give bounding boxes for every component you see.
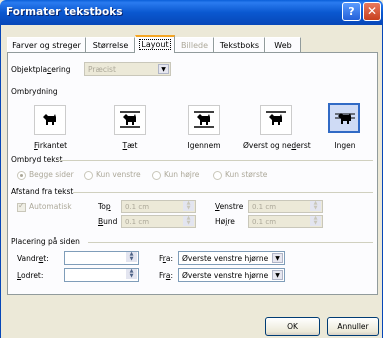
radio-label-kun-hojre: Kun højre bbox=[164, 170, 200, 179]
vandret-spinner[interactable]: ▲ ▼ bbox=[64, 251, 139, 265]
wrap-label-overst-og-nederst: Øverst og nederst bbox=[243, 141, 311, 150]
bund-spinner: 0.1 cm ▲ ▼ bbox=[121, 215, 196, 228]
title-bar: Formater tekstboks ? ✕ bbox=[0, 0, 383, 25]
tab-farver-og-streger[interactable]: Farver og streger bbox=[7, 37, 86, 53]
dog-icon bbox=[335, 113, 355, 124]
wrap-label-firkantet: Firkantet bbox=[34, 141, 68, 150]
spin-down-icon[interactable]: ▼ bbox=[126, 274, 137, 279]
spin-down-icon: ▼ bbox=[310, 206, 321, 211]
spin-down-icon: ▼ bbox=[310, 221, 321, 226]
spin-down-icon[interactable]: ▼ bbox=[126, 257, 137, 262]
chevron-down-icon[interactable]: ▼ bbox=[272, 253, 283, 263]
afstand-title: Afstand fra tekst bbox=[11, 187, 74, 196]
radio-kun-venstre bbox=[84, 171, 93, 180]
layout-panel: Objektplacering Præcist ▼ Ombrydning Fir… bbox=[7, 52, 378, 295]
close-button[interactable]: ✕ bbox=[363, 2, 381, 21]
wrap-label-ingen: Ingen bbox=[334, 141, 356, 150]
lodret-spinner[interactable]: ▲ ▼ bbox=[64, 268, 139, 282]
wrap-label-taet: Tæt bbox=[122, 141, 138, 150]
radio-kun-hojre bbox=[152, 171, 161, 180]
radio-label-kun-storste: Kun største bbox=[225, 170, 268, 179]
bund-label: Bund bbox=[98, 217, 118, 226]
hojre-spinner: 0.1 cm ▲ ▼ bbox=[248, 215, 323, 228]
fra-vandret-select[interactable]: Øverste venstre hjørne ▼ bbox=[178, 251, 285, 265]
spin-down-icon: ▼ bbox=[183, 206, 194, 211]
lodret-label: Lodret: bbox=[17, 271, 44, 280]
automatisk-checkbox bbox=[17, 201, 26, 212]
ombrydning-title: Ombrydning bbox=[11, 87, 58, 96]
radio-label-begge-sider: Begge sider bbox=[29, 170, 74, 179]
radio-kun-storste bbox=[213, 171, 222, 180]
dog-icon bbox=[194, 111, 214, 128]
ombryd-tekst-title: Ombryd tekst bbox=[11, 155, 63, 164]
dog-icon bbox=[120, 111, 140, 128]
automatisk-label: Automatisk bbox=[29, 202, 72, 211]
divider bbox=[58, 160, 373, 161]
tab-layout[interactable]: Layout bbox=[135, 35, 175, 53]
wrap-option-firkantet[interactable] bbox=[34, 105, 66, 135]
wrap-option-igennem[interactable] bbox=[188, 105, 220, 135]
tab-web[interactable]: Web bbox=[265, 37, 301, 53]
dog-icon bbox=[266, 111, 286, 125]
vandret-label: Vandret: bbox=[17, 254, 49, 263]
wrap-option-taet[interactable] bbox=[114, 105, 146, 135]
venstre-label: Venstre bbox=[215, 202, 244, 211]
radio-begge-sider bbox=[17, 171, 26, 180]
wrap-option-ingen[interactable] bbox=[328, 103, 360, 133]
window-title: Formater tekstboks bbox=[6, 6, 123, 18]
tab-tekstboks[interactable]: Tekstboks bbox=[214, 37, 265, 53]
chevron-down-icon[interactable]: ▼ bbox=[272, 270, 283, 280]
chevron-down-icon: ▼ bbox=[158, 64, 169, 74]
fra-vandret-label: Fra: bbox=[159, 254, 173, 263]
objektplacering-label: Objektplacering bbox=[11, 65, 71, 74]
hojre-label: Højre bbox=[215, 217, 235, 226]
top-label: Top bbox=[98, 202, 111, 211]
tab-storrelse[interactable]: Størrelse bbox=[86, 37, 135, 53]
cancel-button[interactable]: Annuller bbox=[327, 317, 379, 336]
fra-lodret-select[interactable]: Øverste venstre hjørne ▼ bbox=[178, 268, 285, 282]
fra-lodret-label: Fra: bbox=[159, 271, 173, 280]
dialog-body: Farver og streger Størrelse Layout Bille… bbox=[0, 25, 383, 338]
spin-down-icon: ▼ bbox=[183, 221, 194, 226]
objektplacering-select: Præcist ▼ bbox=[84, 62, 171, 76]
tab-billede: Billede bbox=[175, 37, 214, 53]
divider bbox=[88, 242, 373, 243]
help-button[interactable]: ? bbox=[342, 2, 361, 21]
radio-label-kun-venstre: Kun venstre bbox=[96, 170, 141, 179]
top-spinner: 0.1 cm ▲ ▼ bbox=[121, 200, 196, 213]
venstre-spinner: 0.1 cm ▲ ▼ bbox=[248, 200, 323, 213]
dog-icon bbox=[43, 114, 56, 125]
ok-button[interactable]: OK bbox=[265, 317, 320, 336]
placering-title: Placering på siden bbox=[11, 237, 80, 246]
wrap-option-overst-og-nederst[interactable] bbox=[260, 105, 292, 135]
divider bbox=[73, 192, 373, 193]
wrap-label-igennem: Igennem bbox=[187, 141, 221, 150]
